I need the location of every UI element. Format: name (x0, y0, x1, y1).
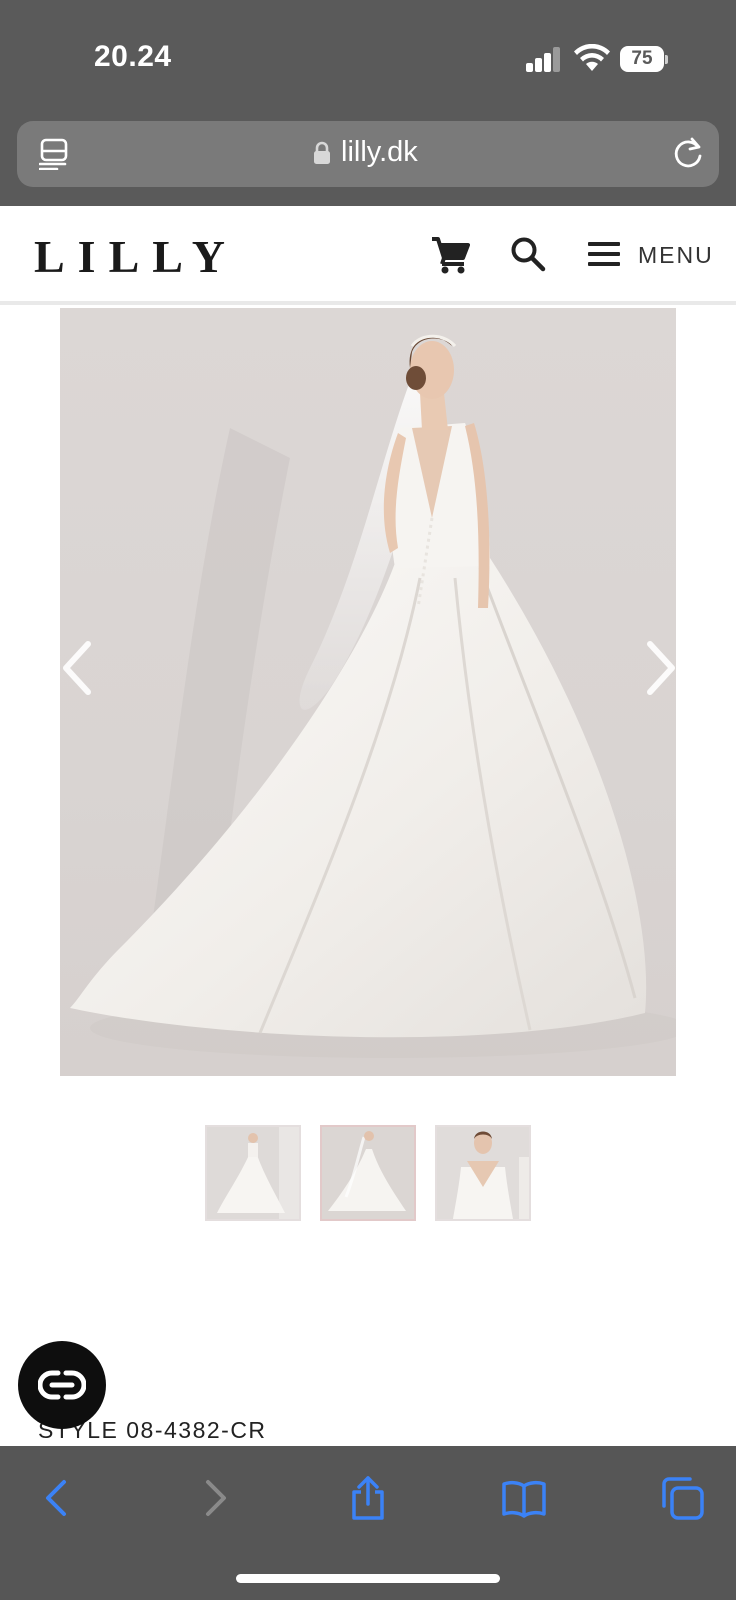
address-bar[interactable]: lilly.dk (17, 121, 719, 187)
battery-cap (665, 55, 668, 64)
wedding-dress-photo (70, 334, 676, 1058)
reload-icon[interactable] (671, 136, 705, 170)
cellular-signal-icon (526, 46, 562, 72)
url-text[interactable]: lilly.dk (341, 136, 418, 169)
lock-icon (314, 141, 330, 164)
wifi-icon (574, 44, 610, 71)
forward-icon[interactable] (192, 1476, 236, 1520)
battery-indicator: 75 (620, 46, 668, 72)
chevron-right-icon[interactable] (640, 638, 680, 698)
site-header: LILLY MENU (0, 206, 736, 305)
browser-top-chrome: 20.24 75 lilly.dk (0, 0, 736, 206)
product-gallery (0, 308, 736, 1076)
product-main-image[interactable] (60, 308, 676, 1076)
chat-button[interactable] (18, 1341, 106, 1429)
thumbnail-closeup-photo (437, 1127, 529, 1219)
site-logo[interactable]: LILLY (34, 230, 238, 283)
menu-button[interactable]: MENU (588, 236, 714, 274)
share-icon[interactable] (346, 1476, 390, 1520)
chat-icon (38, 1370, 86, 1400)
hamburger-icon (588, 242, 620, 268)
thumbnail-front-photo (207, 1127, 299, 1219)
thumbnail-2-selected[interactable] (320, 1125, 416, 1221)
tabs-icon[interactable] (660, 1476, 704, 1520)
chevron-left-icon[interactable] (58, 638, 98, 698)
cart-icon[interactable] (430, 236, 470, 274)
home-indicator (236, 1574, 500, 1583)
status-time: 20.24 (94, 40, 172, 73)
battery-level: 75 (620, 46, 664, 72)
back-icon[interactable] (36, 1476, 80, 1520)
thumbnail-3[interactable] (435, 1125, 531, 1221)
thumbnail-strip (205, 1125, 531, 1221)
bookmarks-icon[interactable] (502, 1476, 546, 1520)
menu-label: MENU (638, 242, 714, 268)
thumbnail-back-photo (322, 1127, 414, 1219)
reader-mode-icon[interactable] (39, 138, 69, 170)
thumbnail-1[interactable] (205, 1125, 301, 1221)
search-icon[interactable] (510, 236, 546, 272)
